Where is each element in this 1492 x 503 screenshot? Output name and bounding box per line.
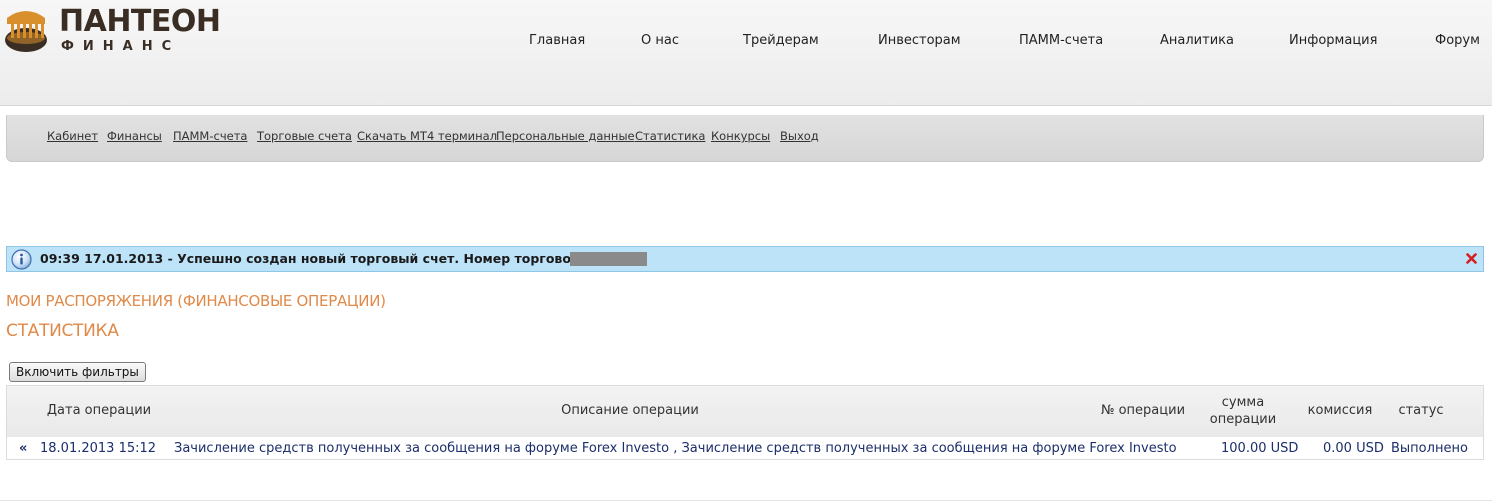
nav-analytics[interactable]: Аналитика xyxy=(1160,32,1234,49)
cell-description: Зачисление средств полученных за сообщен… xyxy=(174,441,1177,456)
col-status: статус xyxy=(1398,403,1444,418)
nav-home[interactable]: Главная xyxy=(529,32,585,49)
col-number: № операции xyxy=(1100,403,1186,418)
subnav-statistics[interactable]: Статистика xyxy=(635,129,705,143)
subnav-personal-data[interactable]: Персональные данные xyxy=(496,129,635,143)
nav-traders[interactable]: Трейдерам xyxy=(743,32,819,49)
site-header: ПАНТЕОН ФИНАНС Главная О нас Трейдерам И… xyxy=(0,0,1492,106)
footer-divider xyxy=(0,500,1492,501)
row-expand-arrow[interactable]: « xyxy=(19,441,27,456)
info-icon xyxy=(11,249,32,270)
col-commission: комиссия xyxy=(1307,403,1373,418)
cell-date: 18.01.2013 15:12 xyxy=(40,441,157,456)
operations-table: Дата операции Описание операции № операц… xyxy=(6,385,1484,460)
nav-about[interactable]: О нас xyxy=(641,32,679,49)
notice-message: 09:39 17.01.2013 - Успешно создан новый … xyxy=(40,251,636,266)
orders-heading[interactable]: МОИ РАСПОРЯЖЕНИЯ (ФИНАНСОВЫЕ ОПЕРАЦИИ) xyxy=(6,292,386,310)
col-amount-line1: сумма xyxy=(1221,395,1265,410)
enable-filters-button[interactable]: Включить фильтры xyxy=(9,362,146,382)
nav-pamm-accounts[interactable]: ПАММ-счета xyxy=(1019,32,1103,49)
subnav-finance[interactable]: Финансы xyxy=(107,129,162,143)
subnav-download-mt4[interactable]: Скачать MT4 терминал xyxy=(357,129,497,143)
main-navigation: Главная О нас Трейдерам Инвесторам ПАММ-… xyxy=(0,32,1492,50)
stats-heading: СТАТИСТИКА xyxy=(6,321,119,341)
col-date: Дата операции xyxy=(46,403,152,418)
col-amount-line2: операции xyxy=(1209,412,1277,427)
cell-commission: 0.00 USD xyxy=(1323,441,1384,456)
account-subnav: Кабинет Финансы ПАММ-счета Торговые счет… xyxy=(6,115,1484,162)
subnav-logout[interactable]: Выход xyxy=(780,129,819,143)
subnav-cabinet[interactable]: Кабинет xyxy=(47,129,98,143)
nav-forum[interactable]: Форум xyxy=(1435,32,1480,49)
nav-information[interactable]: Информация xyxy=(1289,32,1377,49)
subnav-contests[interactable]: Конкурсы xyxy=(711,129,770,143)
nav-investors[interactable]: Инвесторам xyxy=(878,32,961,49)
subnav-trading-accounts[interactable]: Торговые счета xyxy=(257,129,352,143)
cell-status: Выполнено xyxy=(1391,441,1468,456)
redacted-account-number xyxy=(570,252,647,266)
table-header: Дата операции Описание операции № операц… xyxy=(7,386,1483,437)
col-description: Описание операции xyxy=(561,403,699,418)
cell-amount: 100.00 USD xyxy=(1221,441,1299,456)
subnav-pamm-accounts[interactable]: ПАММ-счета xyxy=(173,129,247,143)
table-row: « 18.01.2013 15:12 Зачисление средств по… xyxy=(7,438,1483,460)
success-notice: 09:39 17.01.2013 - Успешно создан новый … xyxy=(6,246,1484,272)
close-icon[interactable] xyxy=(1466,253,1477,264)
